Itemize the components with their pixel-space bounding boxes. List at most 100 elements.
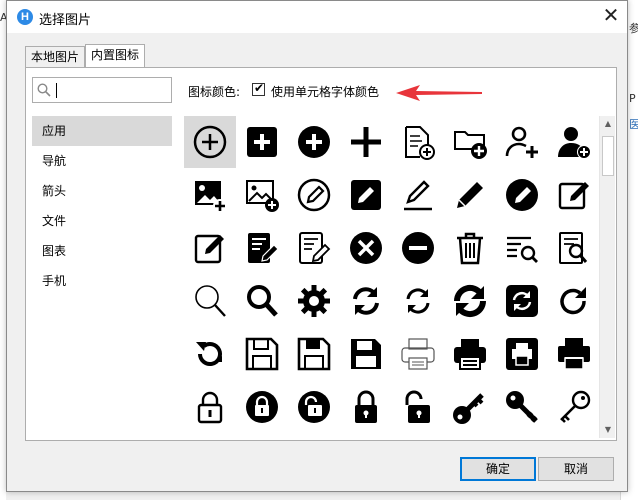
printer-square-icon[interactable] [496, 328, 548, 380]
partial-icon[interactable] [548, 434, 598, 438]
unlock-filled-icon-graphic [405, 390, 430, 423]
trash-icon-graphic [457, 232, 483, 265]
padlock-outline-icon[interactable] [184, 381, 236, 433]
edit-square-outline-icon-graphic [558, 182, 589, 210]
user-plus-outline-icon-graphic [505, 126, 538, 158]
image-plus-filled-icon[interactable] [184, 169, 236, 221]
floppy-outline-icon-graphic [245, 337, 279, 371]
user-plus-filled-icon[interactable] [548, 116, 598, 168]
pencil-line-icon-graphic [404, 180, 432, 211]
partial-icon[interactable] [392, 434, 444, 438]
printer-filled-icon[interactable] [444, 328, 496, 380]
cancel-button[interactable]: 取消 [538, 457, 614, 481]
category-item[interactable]: 应用 [32, 116, 172, 146]
text-caret [56, 83, 57, 98]
category-item[interactable]: 导航 [32, 146, 172, 176]
floppy-filled-icon-graphic [351, 339, 381, 369]
search-input[interactable] [55, 81, 167, 99]
search-icon [37, 83, 51, 97]
gear-icon[interactable] [288, 275, 340, 327]
edit-square-pencil-icon[interactable] [184, 222, 236, 274]
printer-filled-icon-graphic [454, 339, 486, 370]
partial-icon[interactable] [236, 434, 288, 438]
file-plus-icon[interactable] [392, 116, 444, 168]
unlock-circle-icon[interactable] [288, 381, 340, 433]
user-plus-outline-icon[interactable] [496, 116, 548, 168]
plus-icon[interactable] [340, 116, 392, 168]
edit-square-outline-icon[interactable] [548, 169, 598, 221]
category-item[interactable]: 手机 [32, 266, 172, 296]
key-filled-icon-graphic [506, 391, 538, 423]
partial-icon[interactable] [340, 434, 392, 438]
icon-grid-scrollbar[interactable]: ▲ ▼ [599, 116, 615, 438]
pencil-circle-outline-icon[interactable] [288, 169, 340, 221]
partial-icon[interactable] [184, 434, 236, 438]
use-cell-font-color-label[interactable]: 使用单元格字体颜色 [271, 83, 379, 100]
scrollbar-thumb[interactable] [602, 136, 614, 176]
folder-plus-icon[interactable] [444, 116, 496, 168]
refresh-square-icon-graphic [506, 285, 538, 317]
key-outline-icon[interactable] [548, 381, 598, 433]
printer-outline-icon[interactable] [392, 328, 444, 380]
ok-button[interactable]: 确定 [460, 457, 536, 481]
pencil-line-icon[interactable] [392, 169, 444, 221]
key-circle-icon[interactable] [444, 381, 496, 433]
plus-circle-outline-icon[interactable] [184, 116, 236, 168]
pencil-square-filled-icon[interactable] [340, 169, 392, 221]
padlock-circle-icon[interactable] [236, 381, 288, 433]
search-box[interactable] [32, 77, 172, 103]
plus-circle-outline-icon-graphic [193, 125, 227, 159]
plus-square-icon[interactable] [236, 116, 288, 168]
floppy-outline-2-icon-graphic [297, 337, 331, 371]
tab-local-image[interactable]: 本地图片 [25, 46, 86, 67]
folder-plus-icon-graphic [454, 131, 487, 159]
partial-icon[interactable] [444, 434, 496, 438]
magnifier-bold-icon[interactable] [236, 275, 288, 327]
close-button[interactable]: ✕ [595, 1, 627, 31]
padlock-filled-icon[interactable] [340, 381, 392, 433]
pencil-icon[interactable] [444, 169, 496, 221]
scroll-down-button[interactable]: ▼ [600, 422, 616, 438]
floppy-outline-icon[interactable] [236, 328, 288, 380]
tab-bar: 本地图片 内置图标 [25, 44, 146, 67]
user-plus-filled-icon-graphic [558, 127, 591, 159]
document-edit-filled-icon[interactable] [236, 222, 288, 274]
document-search-icon[interactable] [548, 222, 598, 274]
tab-builtin-icons[interactable]: 内置图标 [85, 44, 146, 67]
refresh-arrows-icon[interactable] [340, 275, 392, 327]
floppy-filled-icon[interactable] [340, 328, 392, 380]
partial-icon[interactable] [288, 434, 340, 438]
category-item[interactable]: 文件 [32, 206, 172, 236]
list-search-icon[interactable] [496, 222, 548, 274]
icon-color-label: 图标颜色: [188, 85, 241, 99]
pencil-circle-filled-icon[interactable] [496, 169, 548, 221]
refresh-square-icon[interactable] [496, 275, 548, 327]
title-bar: H 选择图片 ✕ [7, 1, 627, 33]
refresh-circle-outline-icon[interactable] [392, 275, 444, 327]
category-list: 应用 导航 箭头 文件 图表 手机 [32, 116, 172, 436]
close-circle-icon-graphic [350, 232, 382, 264]
scroll-up-button[interactable]: ▲ [600, 116, 616, 132]
printer-bold-icon[interactable] [548, 328, 598, 380]
reload-circle-icon-graphic [196, 342, 222, 366]
close-circle-icon[interactable] [340, 222, 392, 274]
plus-circle-filled-icon-graphic [298, 126, 330, 158]
category-item[interactable]: 箭头 [32, 176, 172, 206]
minus-circle-icon[interactable] [392, 222, 444, 274]
floppy-outline-2-icon[interactable] [288, 328, 340, 380]
unlock-filled-icon[interactable] [392, 381, 444, 433]
file-plus-icon-graphic [405, 126, 435, 160]
image-plus-outline-icon[interactable] [236, 169, 288, 221]
refresh-arrows-bold-icon[interactable] [444, 275, 496, 327]
background-char: P [629, 92, 636, 105]
reload-circle-icon[interactable] [184, 328, 236, 380]
category-item[interactable]: 图表 [32, 236, 172, 266]
document-edit-outline-icon[interactable] [288, 222, 340, 274]
key-filled-icon[interactable] [496, 381, 548, 433]
magnifier-outline-icon[interactable] [184, 275, 236, 327]
trash-icon[interactable] [444, 222, 496, 274]
plus-circle-filled-icon[interactable] [288, 116, 340, 168]
use-cell-font-color-checkbox[interactable]: ✔ [252, 81, 265, 96]
partial-icon[interactable] [496, 434, 548, 438]
redo-circle-icon[interactable] [548, 275, 598, 327]
